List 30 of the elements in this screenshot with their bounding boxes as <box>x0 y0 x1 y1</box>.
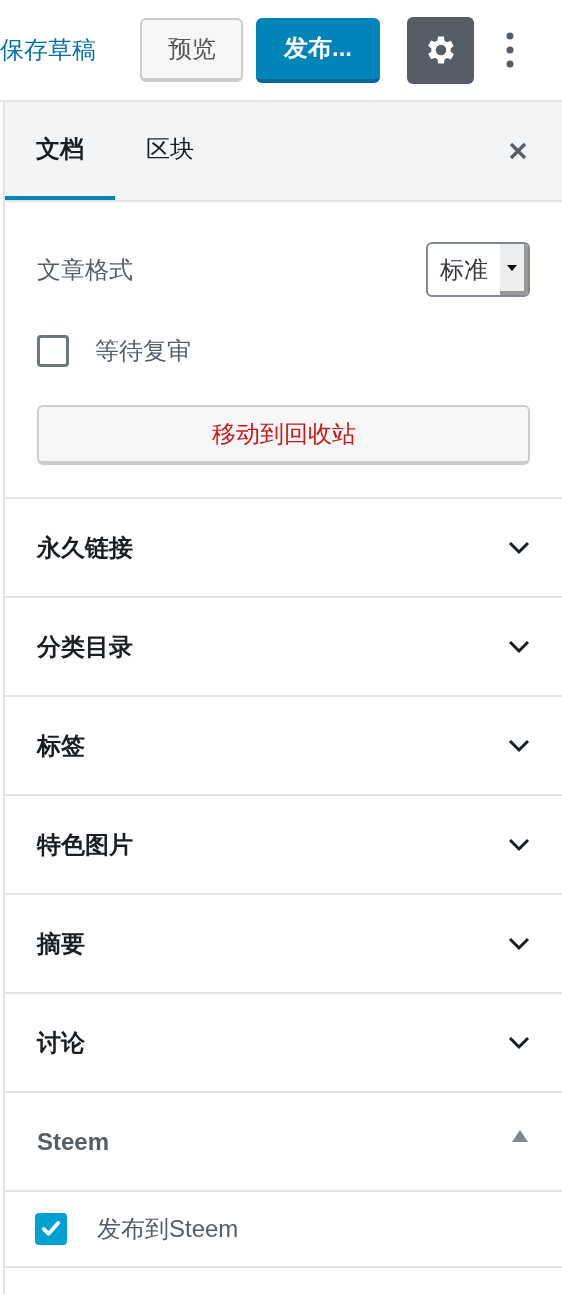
chevron-down-icon <box>508 540 530 555</box>
dropdown-caret-icon <box>507 264 517 271</box>
settings-button[interactable] <box>407 16 474 84</box>
panel-header[interactable]: 分类目录 <box>5 598 562 695</box>
post-format-label: 文章格式 <box>37 254 133 285</box>
publish-button[interactable]: 发布... <box>256 17 380 83</box>
move-to-trash-button[interactable]: 移动到回收站 <box>37 405 530 465</box>
panel-header[interactable]: 标签 <box>5 697 562 794</box>
chevron-down-icon <box>508 936 530 951</box>
chevron-down-icon <box>508 639 530 654</box>
sidebar-tab[interactable]: 文档 <box>5 102 115 200</box>
post-format-select[interactable]: 标准 <box>426 242 530 297</box>
chevron-down-icon <box>508 738 530 753</box>
chevron-down-icon <box>508 837 530 852</box>
checkbox[interactable] <box>37 335 69 367</box>
close-icon[interactable] <box>508 141 528 161</box>
panel-header[interactable]: 永久链接 <box>5 499 562 596</box>
panel-header[interactable]: 讨论 <box>5 994 562 1091</box>
sidebar-tab[interactable]: 区块 <box>115 102 225 200</box>
pending-review-label: 等待复审 <box>95 336 191 366</box>
chevron-down-icon <box>508 1035 530 1050</box>
preview-button[interactable]: 预览 <box>140 18 243 82</box>
panel-header[interactable]: 特色图片 <box>5 796 562 893</box>
panel-header[interactable]: Steem <box>5 1093 562 1190</box>
panel-header[interactable]: 摘要 <box>5 895 562 992</box>
collapse-triangle-icon <box>512 1129 528 1142</box>
save-draft-link[interactable]: 保存草稿 <box>0 32 96 68</box>
option-label: 发布到Steem <box>97 1214 239 1244</box>
more-options-icon[interactable] <box>505 32 515 68</box>
checkbox[interactable] <box>35 1213 67 1245</box>
